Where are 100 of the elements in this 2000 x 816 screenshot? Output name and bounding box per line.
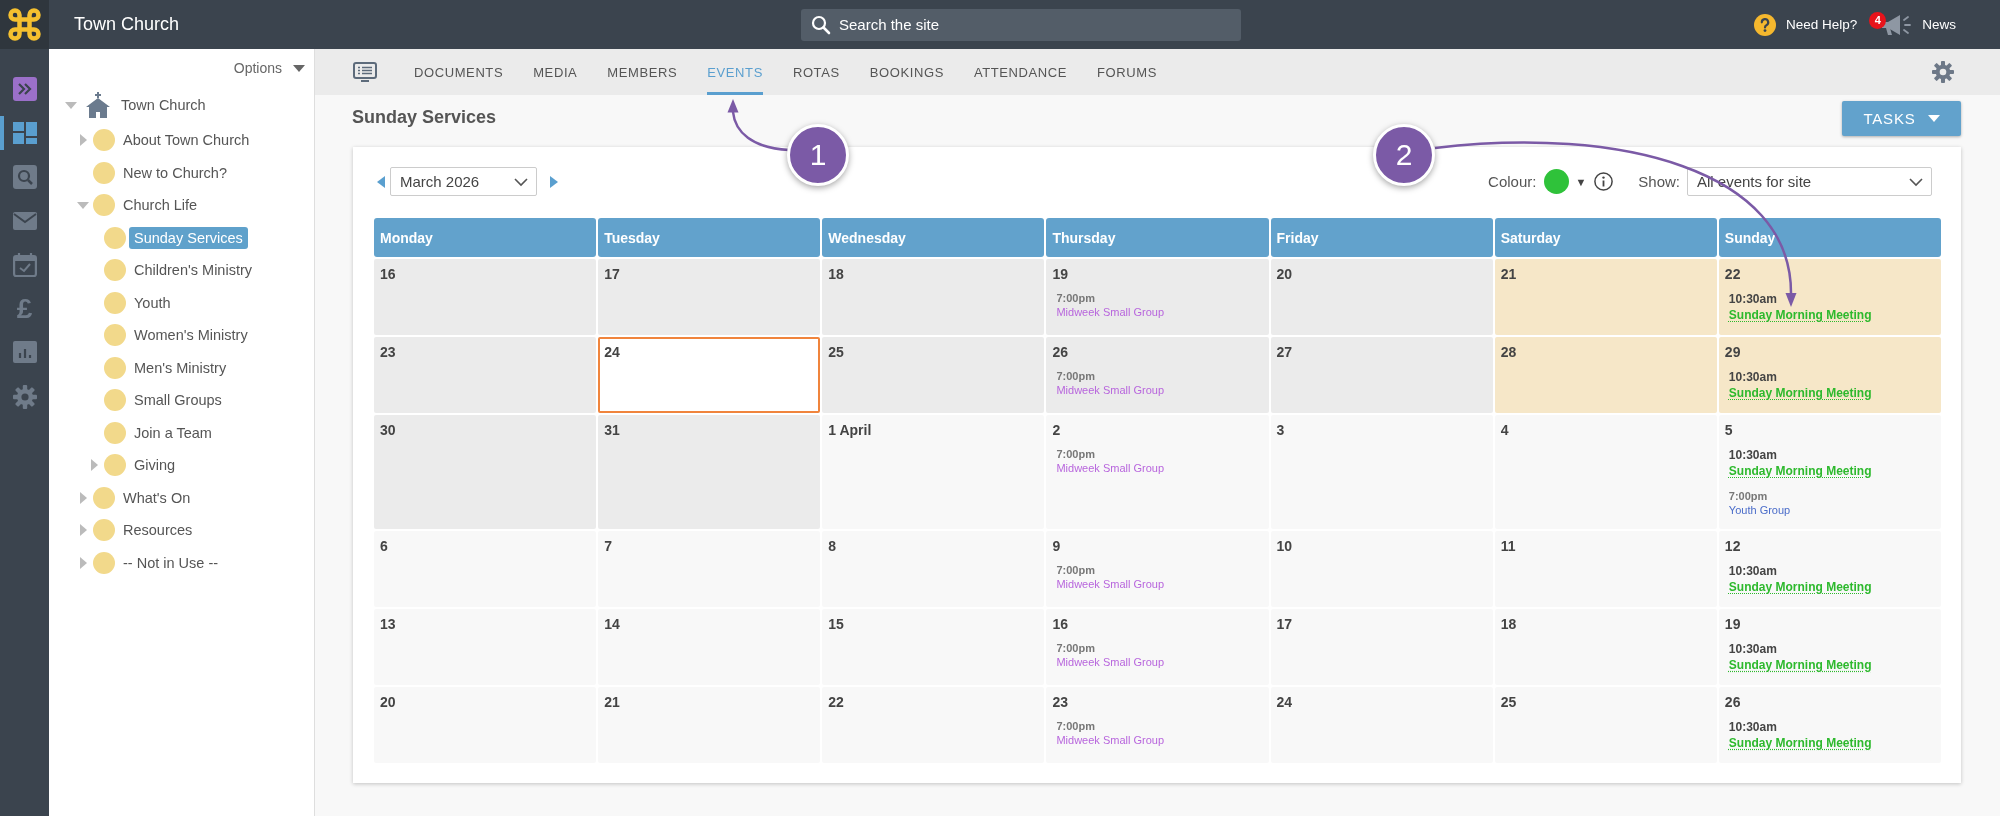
page-dot-icon — [104, 421, 126, 444]
tree-item[interactable]: Small Groups — [129, 389, 227, 412]
caret-right-icon[interactable] — [88, 459, 100, 472]
page-dot-icon — [104, 324, 126, 347]
weekday-header: Monday — [374, 218, 597, 257]
settings-icon[interactable] — [12, 385, 37, 409]
tree-item[interactable]: What's On — [118, 486, 196, 509]
event-link[interactable]: Midweek Small Group — [1056, 655, 1164, 669]
help-icon[interactable] — [1753, 13, 1776, 36]
search-icon[interactable] — [12, 165, 37, 189]
callout-arrow — [727, 99, 790, 152]
tree-item[interactable]: New to Church? — [118, 161, 232, 184]
day-number: 28 — [1500, 344, 1517, 361]
bar-chart-icon[interactable] — [12, 341, 37, 365]
day-number: 25 — [828, 344, 844, 361]
caret-down-icon — [293, 64, 305, 72]
news-link[interactable]: News — [1922, 17, 1956, 32]
site-title: Town Church — [73, 14, 180, 35]
page-dot-icon — [104, 389, 126, 412]
tree-item[interactable]: Join a Team — [129, 421, 217, 444]
month-select[interactable]: March 2026 — [390, 167, 537, 196]
page-title: Sunday Services — [352, 106, 497, 128]
weekday-header: Tuesday — [598, 218, 821, 257]
day-number: 29 — [1724, 344, 1741, 361]
nav-tab[interactable]: ROTAS — [792, 49, 840, 95]
tree-item[interactable]: Youth — [129, 291, 176, 314]
day-number: 10 — [1276, 538, 1293, 555]
event-time: 7:00pm — [1056, 447, 1095, 461]
event-link[interactable]: Midweek Small Group — [1056, 577, 1164, 591]
day-number: 24 — [1276, 694, 1293, 711]
caret-down-icon[interactable] — [65, 99, 77, 111]
chevron-down-icon — [1909, 177, 1923, 186]
day-number: 26 — [1052, 344, 1068, 361]
tree-item[interactable]: Town Church — [116, 94, 211, 116]
event-time: 10:30am — [1728, 719, 1777, 735]
day-number: 17 — [604, 266, 620, 283]
event-time: 10:30am — [1728, 563, 1777, 579]
nav-tab[interactable]: MEDIA — [533, 49, 578, 95]
tree-item[interactable]: Church Life — [118, 194, 203, 217]
day-number: 12 — [1724, 538, 1741, 555]
tree-item[interactable]: -- Not in Use -- — [118, 551, 224, 574]
tree-item[interactable]: Men's Ministry — [129, 356, 232, 379]
screen-list-icon[interactable] — [353, 62, 377, 82]
nav-tab[interactable]: DOCUMENTS — [414, 49, 504, 95]
dropdown-caret[interactable]: ▼ — [1575, 175, 1587, 188]
logo-icon[interactable] — [0, 0, 49, 49]
colour-label: Colour: — [1488, 173, 1537, 190]
day-number: 22 — [1724, 266, 1741, 283]
page-dot-icon — [93, 194, 115, 217]
caret-right-icon[interactable] — [77, 134, 89, 147]
tree-item[interactable]: About Town Church — [118, 129, 255, 152]
day-number: 6 — [380, 538, 388, 555]
search-field[interactable]: Search the site — [801, 8, 1241, 41]
caret-right-icon[interactable] — [550, 175, 558, 188]
day-number: 7 — [604, 538, 612, 555]
swatch-icon[interactable] — [1544, 169, 1570, 194]
search-icon — [811, 14, 831, 35]
nav-tab[interactable]: MEMBERS — [607, 49, 678, 95]
caret-right-icon[interactable] — [77, 491, 89, 504]
caret-right-icon[interactable] — [77, 556, 89, 569]
help-link[interactable]: Need Help? — [1785, 17, 1858, 32]
day-number: 5 — [1724, 422, 1733, 439]
caret-left-icon[interactable] — [377, 175, 385, 188]
day-number: 24 — [604, 344, 620, 361]
page-dot-icon — [104, 454, 126, 477]
event-time: 10:30am — [1728, 369, 1777, 385]
nav-tab[interactable]: FORUMS — [1097, 49, 1157, 95]
settings-icon[interactable] — [1932, 61, 1954, 83]
day-number: 8 — [828, 538, 837, 555]
caret-right-icon[interactable] — [77, 524, 89, 537]
mail-icon[interactable] — [12, 209, 37, 233]
tree-item[interactable]: Children's Ministry — [129, 259, 257, 282]
nav-tab[interactable]: BOOKINGS — [869, 49, 944, 95]
event-link[interactable]: Youth Group — [1728, 503, 1791, 517]
info-icon[interactable] — [1594, 172, 1614, 191]
double-chevron-icon[interactable] — [12, 77, 37, 101]
event-link[interactable]: Midweek Small Group — [1056, 733, 1164, 747]
options-button[interactable]: Options — [233, 60, 305, 76]
nav-tab[interactable]: ATTENDANCE — [973, 49, 1068, 95]
notification-badge: 4 — [1869, 11, 1887, 29]
event-time: 7:00pm — [1728, 489, 1768, 503]
day-number: 19 — [1052, 266, 1068, 283]
dashboard-icon[interactable] — [12, 121, 37, 145]
tree-item[interactable]: Women's Ministry — [129, 324, 253, 347]
day-number: 27 — [1276, 344, 1293, 361]
page-dot-icon — [104, 226, 126, 249]
day-number: 13 — [380, 616, 396, 633]
day-number: 4 — [1500, 422, 1509, 439]
day-number: 14 — [604, 616, 620, 633]
day-number: 21 — [604, 694, 620, 711]
page-dot-icon — [104, 259, 126, 282]
calendar-check-icon[interactable] — [12, 253, 37, 277]
event-time: 7:00pm — [1056, 563, 1095, 577]
tree-item[interactable]: Resources — [118, 519, 198, 542]
tree-item[interactable]: Giving — [129, 454, 181, 477]
page-dot-icon — [104, 291, 126, 314]
day-number: 19 — [1724, 616, 1741, 633]
event-time: 7:00pm — [1056, 719, 1095, 733]
event-link[interactable]: Midweek Small Group — [1056, 461, 1164, 475]
page-dot-icon — [93, 486, 115, 509]
